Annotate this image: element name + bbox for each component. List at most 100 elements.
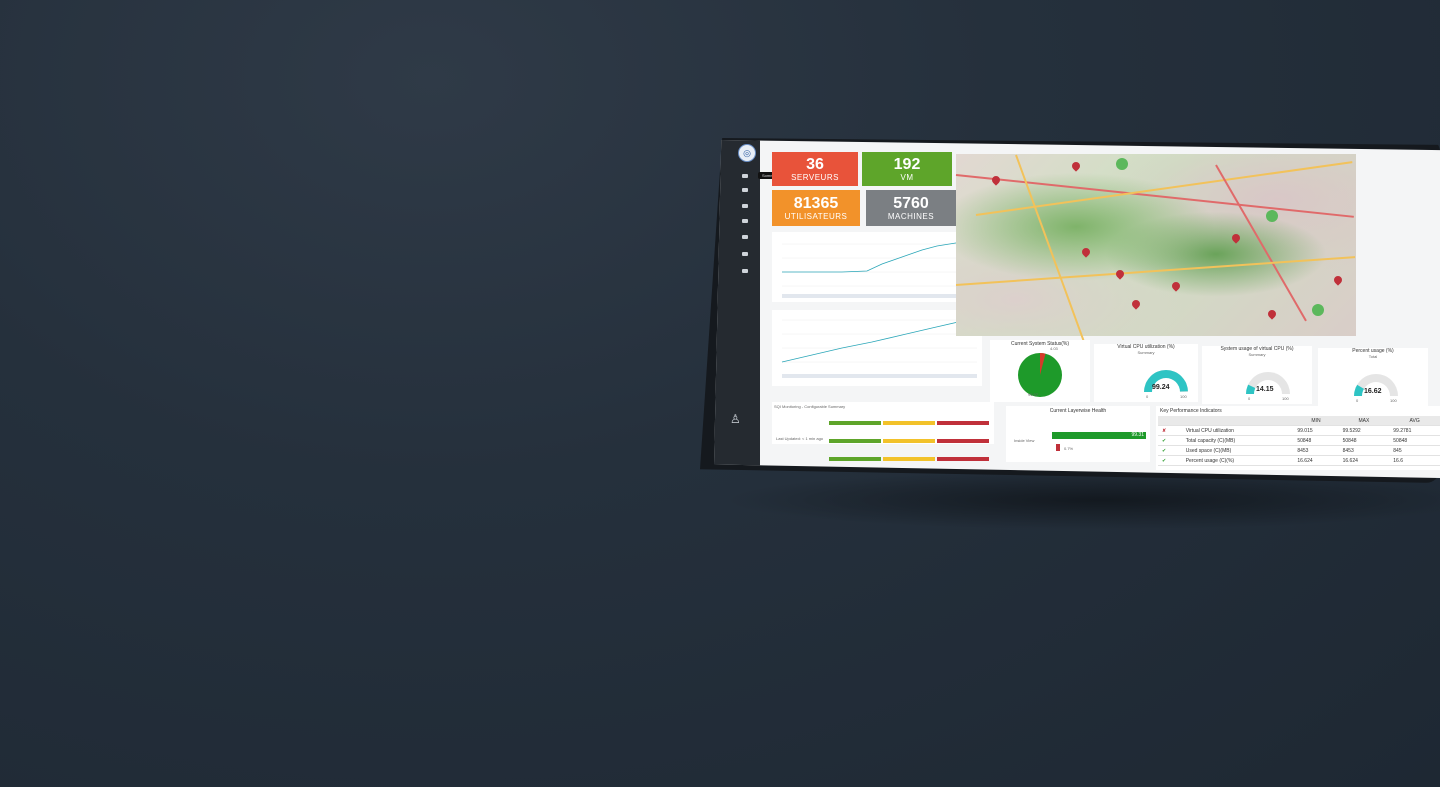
health-bar-red bbox=[1056, 444, 1060, 451]
map-pin[interactable] bbox=[1114, 268, 1126, 280]
check-icon: ✔ bbox=[1158, 455, 1182, 466]
kpi-header: MIN MAX AVG bbox=[1158, 416, 1440, 426]
tile-users[interactable]: 81365 UTILISATEURS bbox=[772, 190, 860, 226]
kpi-min: 16.624 bbox=[1293, 455, 1339, 466]
pie-svg bbox=[1018, 353, 1062, 397]
tile-value: 5760 bbox=[893, 195, 929, 212]
health-green-value: 99.31 bbox=[1131, 432, 1144, 438]
health-panel: Current Layerwise Health Inside View 99.… bbox=[1006, 406, 1150, 462]
kpi-col-max: MAX bbox=[1338, 416, 1390, 426]
map-pin[interactable] bbox=[1332, 274, 1344, 286]
tile-label: SERVEURS bbox=[791, 173, 839, 182]
tile-label: MACHINES bbox=[887, 212, 935, 221]
health-bar-green: 99.31 bbox=[1052, 432, 1146, 439]
health-title: Current Layerwise Health bbox=[1049, 408, 1107, 414]
kpi-max: 8453 bbox=[1338, 445, 1390, 456]
table-row[interactable]: ✔ Used space (C)(MB) 8453 8453 845 bbox=[1158, 445, 1440, 456]
map-pin[interactable] bbox=[1266, 308, 1278, 320]
kpi-avg: 50848 bbox=[1389, 435, 1440, 446]
link-icon[interactable] bbox=[742, 204, 748, 208]
series-line bbox=[782, 241, 963, 273]
kpi-min: 50848 bbox=[1293, 435, 1339, 446]
kpi-avg: 99.2781 bbox=[1389, 425, 1440, 436]
dashboard-icon[interactable] bbox=[742, 174, 748, 178]
tile-label: VM bbox=[900, 173, 914, 182]
key-icon[interactable] bbox=[742, 269, 748, 273]
tile-vm[interactable]: 192 VM bbox=[862, 152, 952, 186]
kpi-name: Percent usage (C)(%) bbox=[1181, 455, 1294, 466]
kpi-panel: Key Performance Indicators MIN MAX AVG ✘… bbox=[1156, 406, 1440, 470]
kpi-avg: 845 bbox=[1389, 445, 1440, 456]
pie-small-label: 4.03 bbox=[1050, 346, 1058, 351]
tile-value: 81365 bbox=[793, 195, 839, 212]
gauge-panel-2: System usage of virtual CPU (%) Summary … bbox=[1202, 346, 1312, 404]
kpi-name: Total capacity (C)(MB) bbox=[1181, 435, 1294, 446]
series-line bbox=[781, 319, 978, 363]
stage: ◎ Sommaire ♙ 36 SERVEURS 192 VM 81365 UT… bbox=[0, 0, 1440, 787]
gauge-max: 100 bbox=[1390, 398, 1397, 403]
kpi-table: MIN MAX AVG ✘ Virtual CPU utilization 99… bbox=[1158, 416, 1440, 466]
table-row[interactable]: ✘ Virtual CPU utilization 99.015 99.5292… bbox=[1158, 425, 1440, 436]
bell-icon[interactable] bbox=[742, 235, 748, 239]
pie-panel: Current System Status(%) 4.03 95.97 bbox=[990, 340, 1090, 402]
cloud-icon[interactable] bbox=[742, 219, 748, 223]
summary-table: SQI Monitoring - Configurable Summary La… bbox=[772, 402, 994, 478]
map-pin[interactable] bbox=[990, 174, 1002, 186]
gauge-subtitle: Summary bbox=[1137, 350, 1155, 355]
card-icon[interactable] bbox=[742, 252, 748, 256]
kpi-col-min: MIN bbox=[1293, 416, 1339, 426]
check-icon: ✔ bbox=[1158, 435, 1182, 446]
map-cluster[interactable] bbox=[1116, 158, 1128, 170]
kpi-avg: 16.6 bbox=[1389, 455, 1440, 466]
line-chart-2 bbox=[772, 310, 982, 386]
kpi-max: 50848 bbox=[1338, 435, 1390, 446]
map-cluster[interactable] bbox=[1312, 304, 1324, 316]
kpi-name: Virtual CPU utilization bbox=[1181, 425, 1294, 436]
tile-value: 36 bbox=[806, 156, 824, 173]
map-pin[interactable] bbox=[1080, 246, 1092, 258]
kpi-min: 8453 bbox=[1293, 445, 1339, 456]
gauge-min: 0 bbox=[1248, 396, 1251, 401]
gauge-panel-1: Virtual CPU utilization (%) Summary 99.2… bbox=[1094, 344, 1198, 402]
dashboard-screen: ◎ Sommaire ♙ 36 SERVEURS 192 VM 81365 UT… bbox=[714, 140, 1440, 478]
gauge-panel-3: Percent usage (%) Total 16.62 0 100 bbox=[1318, 348, 1428, 406]
health-red-value: 0.7% bbox=[1064, 446, 1074, 451]
kpi-min: 99.015 bbox=[1293, 425, 1339, 436]
line-chart-1 bbox=[772, 232, 968, 302]
tile-value: 192 bbox=[893, 156, 921, 173]
table-row[interactable]: ✔ Percent usage (C)(%) 16.624 16.624 16.… bbox=[1158, 455, 1440, 466]
gauge-subtitle: Summary bbox=[1248, 352, 1266, 357]
map-pin[interactable] bbox=[1130, 298, 1142, 310]
tile-label: UTILISATEURS bbox=[784, 212, 848, 221]
health-row-label: Inside View bbox=[1014, 438, 1035, 443]
kpi-max: 16.624 bbox=[1338, 455, 1390, 466]
eye-icon[interactable] bbox=[742, 188, 748, 192]
tile-servers[interactable]: 36 SERVEURS bbox=[772, 152, 858, 186]
user-icon[interactable]: ♙ bbox=[730, 412, 741, 426]
table-row[interactable]: ✔ Total capacity (C)(MB) 50848 50848 508… bbox=[1158, 435, 1440, 446]
gauge-subtitle: Total bbox=[1368, 354, 1378, 359]
kpi-col-avg: AVG bbox=[1389, 416, 1440, 426]
cross-icon: ✘ bbox=[1158, 425, 1182, 436]
tile-machines[interactable]: 5760 MACHINES bbox=[866, 190, 956, 226]
gauge-value: 99.24 bbox=[1152, 384, 1170, 391]
summary-title: SQI Monitoring - Configurable Summary bbox=[774, 404, 846, 409]
kpi-name: Used space (C)(MB) bbox=[1181, 445, 1294, 456]
gauge-min: 0 bbox=[1146, 394, 1149, 399]
map-cluster[interactable] bbox=[1266, 210, 1278, 222]
pie-big-label: 95.97 bbox=[1028, 392, 1039, 397]
map-pin[interactable] bbox=[1230, 232, 1242, 244]
app-logo[interactable]: ◎ bbox=[738, 144, 756, 162]
map-pin[interactable] bbox=[1070, 160, 1082, 172]
line-chart-2-svg bbox=[781, 319, 978, 378]
map-pin[interactable] bbox=[1170, 280, 1182, 292]
gauge-max: 100 bbox=[1282, 396, 1289, 401]
check-icon: ✔ bbox=[1158, 445, 1182, 456]
kpi-title: Key Performance Indicators bbox=[1160, 408, 1222, 414]
gauge-value: 14.15 bbox=[1256, 386, 1274, 393]
gauge-max: 100 bbox=[1180, 394, 1187, 399]
line-chart-1-svg bbox=[782, 241, 963, 298]
sidebar: ◎ Sommaire ♙ bbox=[714, 140, 785, 478]
map-panel[interactable] bbox=[955, 154, 1356, 344]
gauge-min: 0 bbox=[1356, 398, 1359, 403]
